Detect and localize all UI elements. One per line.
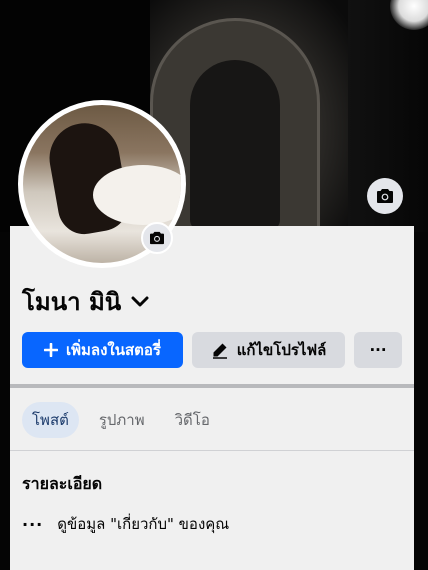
more-dots-icon: ··· bbox=[22, 514, 44, 534]
add-to-story-label: เพิ่มลงในสตอรี่ bbox=[66, 341, 161, 359]
edit-profile-label: แก้ไขโปรไฟล์ bbox=[236, 341, 327, 359]
profile-tabs: โพสต์ รูปภาพ วิดีโอ bbox=[22, 402, 220, 438]
edit-profile-button[interactable]: แก้ไขโปรไฟล์ bbox=[192, 332, 345, 368]
camera-icon bbox=[150, 231, 164, 245]
profile-switcher-button[interactable] bbox=[131, 296, 149, 308]
more-options-label: ··· bbox=[369, 341, 387, 359]
plus-icon bbox=[44, 343, 59, 357]
cover-camera-button[interactable] bbox=[367, 178, 403, 214]
more-options-button[interactable]: ··· bbox=[354, 332, 402, 368]
profile-name: โมนา มินิ bbox=[22, 288, 122, 316]
profile-actions: เพิ่มลงในสตอรี่ แก้ไขโปรไฟล์ ··· bbox=[22, 332, 402, 368]
chevron-down-icon bbox=[131, 296, 149, 306]
see-about-info-label: ดูข้อมูล "เกี่ยวกับ" ของคุณ bbox=[57, 515, 230, 533]
profile-name-row: โมนา มินิ bbox=[22, 282, 149, 321]
tabs-divider bbox=[10, 450, 414, 451]
avatar-camera-button[interactable] bbox=[141, 222, 173, 254]
section-divider bbox=[10, 384, 414, 388]
camera-icon bbox=[377, 189, 393, 203]
details-heading: รายละเอียด bbox=[22, 474, 103, 493]
add-to-story-button[interactable]: เพิ่มลงในสตอรี่ bbox=[22, 332, 183, 368]
tab-photos[interactable]: รูปภาพ bbox=[89, 402, 155, 438]
tab-videos[interactable]: วิดีโอ bbox=[165, 402, 220, 438]
see-about-info-link[interactable]: ··· ดูข้อมูล "เกี่ยวกับ" ของคุณ bbox=[22, 512, 229, 536]
pencil-icon bbox=[212, 343, 227, 359]
cover-silhouette bbox=[190, 60, 280, 230]
tab-posts[interactable]: โพสต์ bbox=[22, 402, 79, 438]
